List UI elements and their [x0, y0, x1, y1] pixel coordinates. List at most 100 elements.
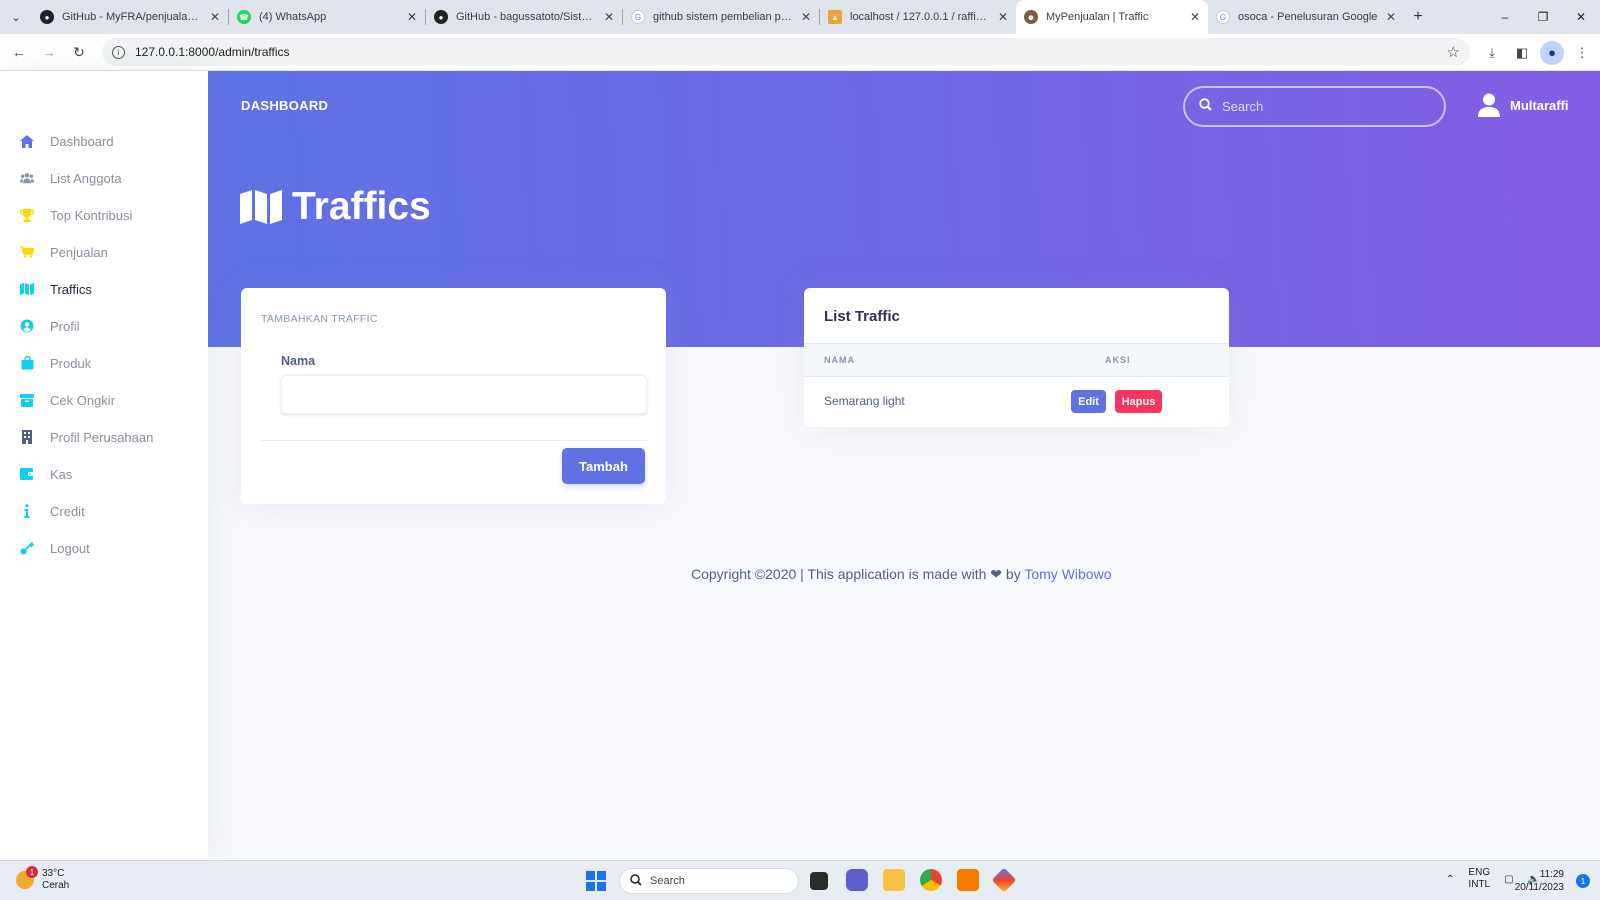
table-header: NAMA AKSI [804, 343, 1229, 377]
tab-title: MyPenjualan | Traffic [1046, 11, 1149, 23]
sidebar-item-label: Penjualan [50, 244, 108, 260]
windows-start-icon[interactable] [586, 871, 606, 891]
sidebar-item-penjualan[interactable]: Penjualan [0, 235, 208, 269]
form-divider [261, 440, 647, 441]
column-header-aksi: AKSI [1105, 355, 1131, 365]
close-icon[interactable]: ✕ [210, 10, 220, 24]
add-traffic-card: TAMBAHKAN TRAFFIC Nama Tambah [241, 288, 666, 504]
new-tab-plus-icon[interactable]: + [1404, 8, 1432, 26]
tray-chevron-up-icon[interactable]: ⌃ [1446, 874, 1454, 885]
window-close-icon[interactable]: ✕ [1562, 0, 1600, 34]
github-icon: ● [434, 10, 448, 24]
nama-label: Nama [281, 354, 316, 368]
search-input[interactable] [1222, 99, 1422, 114]
sidebar-item-profil[interactable]: Profil [0, 309, 208, 343]
browser-tab[interactable]: ● GitHub - MyFRA/penjualan-lar ✕ [32, 0, 228, 34]
author-link[interactable]: Tomy Wibowo [1024, 566, 1111, 582]
os-taskbar: 1 33°C Cerah Search ⌃ ENG INTL ▢ 🔈 11:29… [0, 860, 1600, 900]
reload-icon[interactable]: ↻ [64, 44, 94, 61]
navbar-brand-link[interactable]: DASHBOARD [241, 98, 328, 113]
back-arrow-icon[interactable]: ← [4, 44, 34, 60]
close-icon[interactable]: ✕ [1190, 10, 1200, 24]
close-icon[interactable]: ✕ [604, 10, 614, 24]
browser-tab[interactable]: G osoca - Penelusuran Google ✕ [1208, 0, 1404, 34]
user-menu[interactable]: Multaraffi [1478, 93, 1569, 117]
key-icon [20, 541, 34, 555]
lang-top: ENG [1468, 867, 1491, 878]
sidebar-item-label: List Anggota [50, 170, 122, 186]
file-explorer-icon[interactable] [883, 869, 905, 891]
tab-search-chevron-icon[interactable]: ⌄ [0, 0, 32, 34]
edit-button[interactable]: Edit [1071, 390, 1106, 413]
sidebar-item-profil-perusahaan[interactable]: Profil Perusahaan [0, 420, 208, 454]
sidebar-item-label: Produk [50, 355, 92, 371]
git-app-icon[interactable] [991, 867, 1017, 893]
close-icon[interactable]: ✕ [1386, 10, 1396, 24]
bookmark-star-icon[interactable]: ☆ [1447, 43, 1460, 61]
nama-input[interactable] [282, 376, 646, 413]
profile-icon[interactable]: ● [1540, 40, 1564, 65]
sidebar-item-produk[interactable]: Produk [0, 346, 208, 380]
sidebar: Dashboard List Anggota Top Kontribusi Pe… [0, 71, 208, 860]
download-icon[interactable]: ⤓ [1480, 41, 1504, 65]
map-icon [240, 190, 282, 224]
close-icon[interactable]: ✕ [998, 10, 1008, 24]
site-info-icon[interactable]: i [112, 45, 125, 59]
hapus-button[interactable]: Hapus [1115, 390, 1162, 413]
browser-tab[interactable]: ▲ localhost / 127.0.0.1 / raffi-pen ✕ [820, 0, 1016, 34]
sidebar-item-credit[interactable]: Credit [0, 494, 208, 528]
site-avatar-icon: ☻ [1024, 10, 1038, 24]
sidebar-item-label: Top Kontribusi [50, 207, 133, 223]
browser-tab-active[interactable]: ☻ MyPenjualan | Traffic ✕ [1016, 0, 1208, 34]
weather-widget[interactable]: 1 33°C Cerah [16, 866, 69, 892]
users-icon [20, 171, 34, 185]
lang-bottom: INTL [1468, 879, 1491, 890]
list-title: List Traffic [824, 308, 900, 325]
footer-text: Copyright ©2020 | This application is ma… [691, 566, 987, 582]
forward-arrow-icon[interactable]: → [34, 44, 64, 60]
language-indicator[interactable]: ENG INTL [1468, 867, 1490, 891]
sidebar-item-list-anggota[interactable]: List Anggota [0, 161, 208, 195]
sidebar-item-label: Logout [50, 540, 90, 556]
user-circle-icon [20, 319, 34, 333]
sidebar-item-cek-ongkir[interactable]: Cek Ongkir [0, 383, 208, 417]
navbar-search[interactable] [1183, 86, 1446, 127]
cart-icon [20, 245, 34, 259]
network-icon[interactable]: ▢ [1504, 874, 1513, 885]
sidebar-item-traffics[interactable]: Traffics [0, 272, 208, 306]
nama-field-wrapper [281, 375, 647, 414]
minimize-icon[interactable]: – [1486, 0, 1524, 34]
sidebar-item-logout[interactable]: Logout [0, 531, 208, 565]
browser-right-tools: ⤓ ◧ ● ⋮ [1480, 34, 1594, 71]
box-icon [20, 393, 34, 407]
taskbar-search[interactable]: Search [619, 868, 799, 894]
menu-kebab-icon[interactable]: ⋮ [1570, 41, 1594, 65]
page-title-text: Traffics [292, 185, 431, 228]
notification-badge[interactable]: 1 [1576, 874, 1590, 888]
window-controls: – ❐ ✕ [1486, 0, 1600, 34]
close-icon[interactable]: ✕ [801, 10, 811, 24]
sidebar-item-label: Profil [50, 318, 80, 334]
teams-chat-icon[interactable] [846, 869, 868, 891]
footer-copyright: Copyright ©2020 | This application is ma… [691, 566, 1112, 583]
address-bar[interactable]: i 127.0.0.1:8000/admin/traffics ☆ [102, 38, 1470, 66]
chrome-icon[interactable] [920, 869, 942, 891]
sidebar-item-top-kontribusi[interactable]: Top Kontribusi [0, 198, 208, 232]
browser-tab[interactable]: ☎ (4) WhatsApp ✕ [229, 0, 425, 34]
close-icon[interactable]: ✕ [407, 10, 417, 24]
side-panel-icon[interactable]: ◧ [1510, 41, 1534, 65]
tab-title: GitHub - bagussatoto/Sistem-P [456, 11, 596, 23]
browser-tab[interactable]: G github sistem pembelian phpm ✕ [623, 0, 819, 34]
map-icon [20, 282, 34, 296]
search-icon [630, 873, 642, 889]
form-heading: TAMBAHKAN TRAFFIC [261, 313, 378, 325]
tambah-button[interactable]: Tambah [562, 448, 645, 484]
task-view-icon[interactable] [810, 872, 828, 890]
restore-icon[interactable]: ❐ [1524, 0, 1562, 34]
system-clock[interactable]: 11:29 20/11/2023 [1515, 868, 1564, 894]
xampp-icon[interactable] [957, 869, 979, 891]
sidebar-item-kas[interactable]: Kas [0, 457, 208, 491]
browser-tab[interactable]: ● GitHub - bagussatoto/Sistem-P ✕ [426, 0, 622, 34]
sidebar-item-dashboard[interactable]: Dashboard [0, 124, 208, 158]
search-icon [1199, 97, 1212, 116]
